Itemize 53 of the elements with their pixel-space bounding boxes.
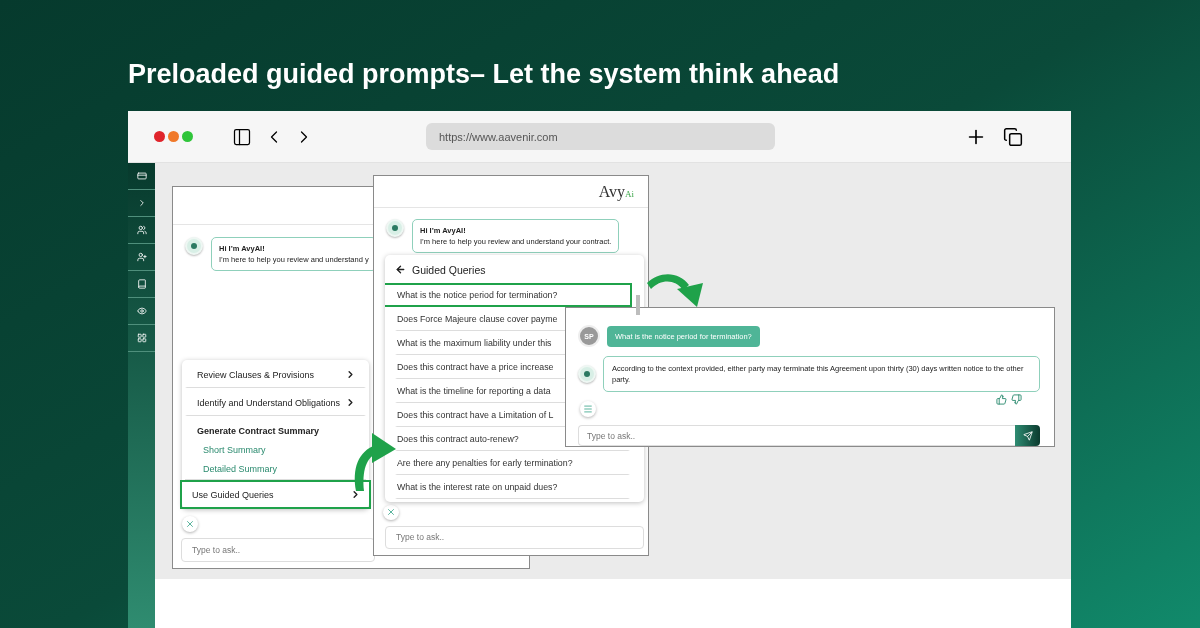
menu-item-label: Identify and Understand Obligations: [197, 397, 341, 408]
card-icon[interactable]: [136, 171, 147, 181]
menu-item-label: Review Clauses & Provisions: [197, 369, 315, 380]
summary-option[interactable]: Short Summary: [185, 441, 366, 460]
chevron-right-icon: [345, 397, 356, 408]
bot-avatar: [386, 218, 404, 237]
thumbs-down-icon[interactable]: [1011, 394, 1022, 405]
query-item[interactable]: What is the maximum liability under this: [397, 338, 552, 349]
menu-icon: [583, 404, 593, 414]
query-item[interactable]: Does this contract have a price increase: [397, 362, 554, 373]
headline: Preloaded guided prompts– Let the system think ahead: [128, 58, 841, 91]
query-item[interactable]: What is the interest rate on unpaid dues?: [397, 482, 558, 493]
close-icon: [185, 519, 195, 529]
maximize-window-dot[interactable]: [182, 131, 193, 142]
eye-icon[interactable]: [136, 306, 147, 316]
book-icon[interactable]: [136, 279, 147, 289]
back-arrow-icon[interactable]: [395, 264, 406, 276]
chevron-right-icon: [345, 369, 356, 380]
minimize-window-dot[interactable]: [168, 131, 179, 142]
close-icon: [386, 507, 396, 518]
bot-avatar: [578, 365, 596, 383]
bot-avatar: [185, 237, 203, 255]
menu-group-title: Generate Contract Summary: [196, 425, 321, 438]
scrollbar: [636, 294, 640, 315]
logo: AvyAi: [598, 182, 634, 201]
grid-icon[interactable]: [136, 333, 147, 343]
message-input[interactable]: Type to ask..: [578, 425, 1015, 446]
message-input[interactable]: Type to ask..: [385, 525, 644, 549]
card-title: Guided Queries: [412, 263, 486, 276]
send-icon: [1022, 430, 1033, 441]
user-plus-icon[interactable]: [136, 252, 147, 262]
send-button[interactable]: [1015, 425, 1040, 446]
query-item[interactable]: Does this contract have a Limitation of L: [397, 410, 554, 421]
menu-item[interactable]: Use Guided Queries: [180, 480, 371, 509]
message-input[interactable]: Type to ask..: [181, 538, 375, 562]
query-item[interactable]: Are there any penalties for early termination?: [397, 458, 573, 469]
curved-arrow-icon: [354, 433, 396, 491]
menu-item[interactable]: Review Clauses & Provisions: [185, 360, 366, 388]
summary-option[interactable]: Detailed Summary: [185, 460, 366, 479]
menu-item-label: Use Guided Queries: [192, 489, 274, 500]
curved-arrow-icon: [647, 274, 703, 307]
query-item[interactable]: Does this contract auto-renew?: [397, 434, 519, 445]
query-item[interactable]: Does Force Majeure clause cover payme: [397, 314, 558, 325]
sidebar-toggle-icon[interactable]: [232, 126, 252, 147]
menu-item[interactable]: Identify and Understand Obligations: [185, 388, 366, 416]
users-icon[interactable]: [136, 225, 147, 235]
tabs-icon[interactable]: [1003, 126, 1023, 147]
thumbs-up-icon[interactable]: [996, 394, 1007, 405]
address-bar[interactable]: https://www.aavenir.com: [426, 123, 775, 150]
close-window-dot[interactable]: [154, 131, 165, 142]
query-item[interactable]: What is the timeline for reporting a data: [397, 386, 551, 397]
query-item[interactable]: What is the notice period for termination?: [385, 282, 632, 307]
chevron-right-icon: [350, 489, 361, 500]
